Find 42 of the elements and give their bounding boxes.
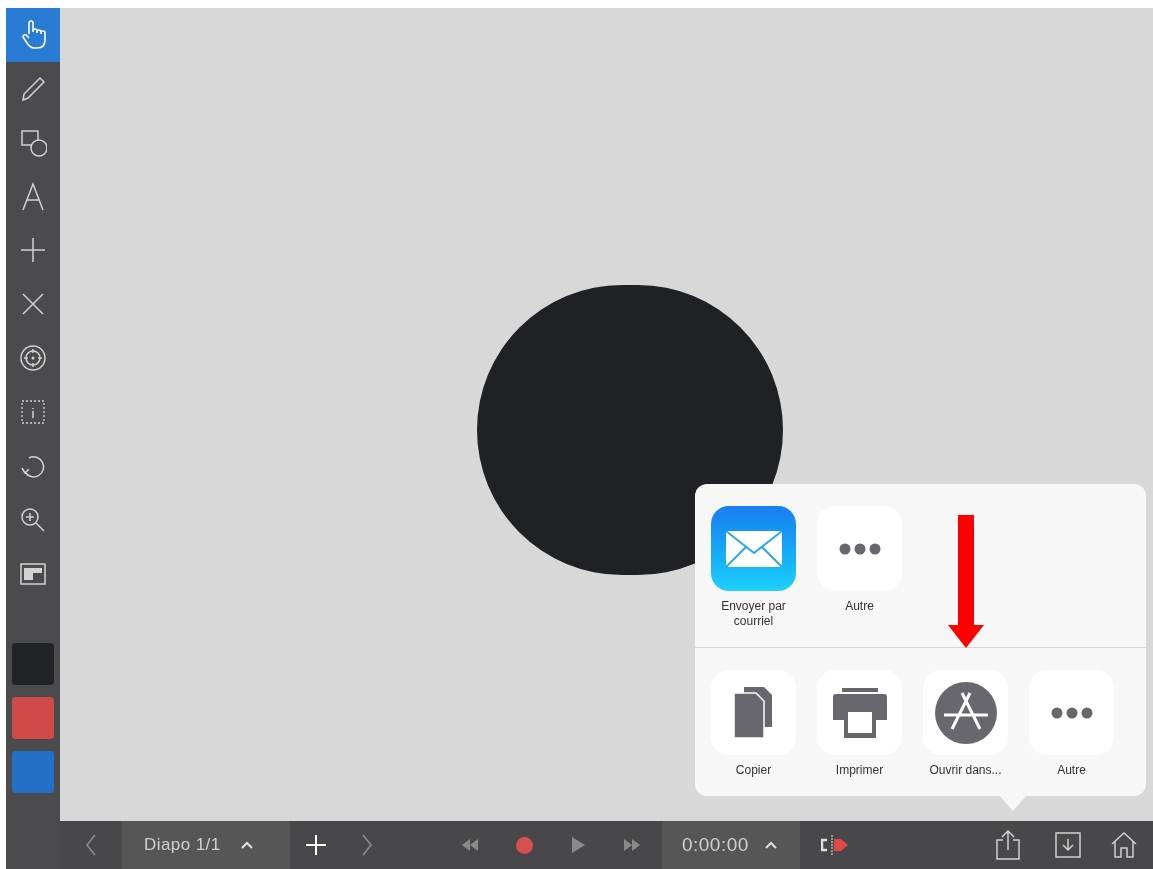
- share-option-tile[interactable]: [711, 670, 796, 755]
- caret-up-icon: [240, 841, 253, 849]
- fast-forward-icon: [624, 839, 640, 851]
- chevron-left-icon: [85, 834, 97, 856]
- play-icon: [571, 837, 585, 853]
- tool-button[interactable]: [6, 8, 60, 62]
- share-option-tile[interactable]: [711, 506, 796, 591]
- chevron-right-icon: [361, 834, 373, 856]
- rewind-icon: [462, 839, 478, 851]
- time-label: 0:00:00: [682, 832, 749, 857]
- pencil-icon: [19, 74, 47, 104]
- share-option-label: Imprimer: [834, 763, 885, 778]
- slide-label: Diapo 1/1: [144, 834, 221, 857]
- home-icon[interactable]: [1111, 832, 1137, 858]
- share-option-tile[interactable]: [817, 506, 902, 591]
- color-swatch[interactable]: [12, 697, 54, 739]
- caret-up-icon: [764, 841, 777, 849]
- share-option-label: Autre: [1056, 763, 1087, 778]
- share-option-label: Copier: [734, 763, 773, 778]
- plus-icon: [306, 835, 326, 855]
- documents-icon: [733, 686, 774, 739]
- import-icon[interactable]: [1055, 832, 1081, 858]
- envelope-icon: [723, 528, 784, 569]
- crosshair-icon: [19, 344, 47, 374]
- share-option-label: Ouvrir dans...: [928, 763, 1003, 778]
- printer-icon: [831, 687, 888, 738]
- slide-selector[interactable]: Diapo 1/1: [122, 821, 290, 869]
- share-option-label: Envoyer par courriel: [720, 599, 787, 629]
- share-icon[interactable]: [995, 830, 1021, 860]
- share-option-label: Autre: [844, 599, 875, 614]
- app-store-icon: [933, 680, 998, 745]
- color-swatch[interactable]: [12, 643, 54, 685]
- more-icon: [838, 542, 881, 555]
- color-swatch[interactable]: [12, 751, 54, 793]
- share-option-tile[interactable]: [817, 670, 902, 755]
- square-and-circle-icon: [19, 128, 47, 158]
- share-option-tile[interactable]: [923, 670, 1008, 755]
- share-option-tile[interactable]: [1029, 670, 1114, 755]
- letter-a-icon: [19, 182, 47, 212]
- more-icon: [1050, 706, 1093, 719]
- time-selector[interactable]: 0:00:00: [662, 821, 800, 869]
- hand-icon: [19, 20, 47, 50]
